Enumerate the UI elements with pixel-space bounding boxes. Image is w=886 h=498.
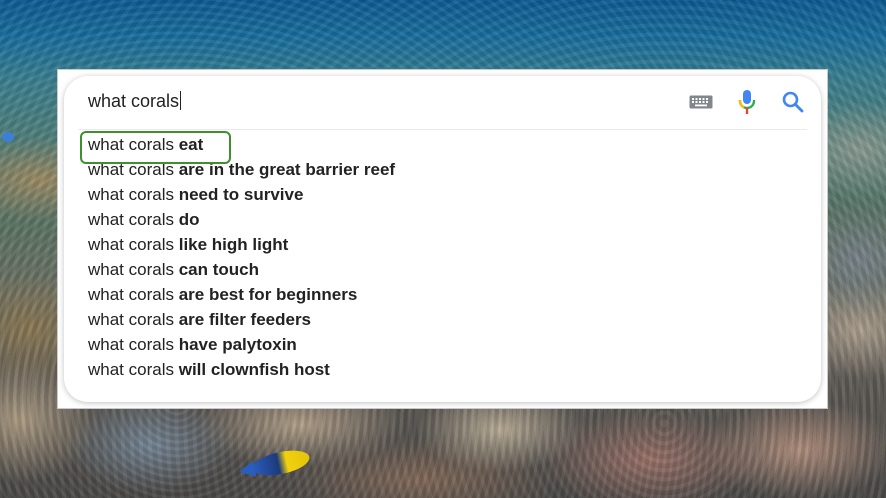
suggestion-item[interactable]: what corals are filter feeders [64,307,821,332]
suggestion-completion: can touch [178,260,260,279]
suggestion-item[interactable]: what corals are best for beginners [64,282,821,307]
voice-search-button[interactable] [733,88,761,116]
suggestion-completion: will clownfish host [178,360,330,379]
suggestions-divider [78,129,807,130]
suggestion-item[interactable]: what corals eat [64,132,821,157]
suggestion-completion: are filter feeders [178,310,312,329]
suggestion-prefix: what corals [88,260,174,279]
suggestion-prefix: what corals [88,310,174,329]
suggestion-prefix: what corals [88,235,174,254]
microphone-icon [738,90,756,114]
search-row: what corals [64,76,821,122]
text-caret [180,91,182,110]
suggestion-completion: like high light [178,235,289,254]
keyboard-icon [689,95,713,109]
suggestion-prefix: what corals [88,185,174,204]
suggestion-item[interactable]: what corals can touch [64,257,821,282]
suggestion-item[interactable]: what corals are in the great barrier ree… [64,157,821,182]
suggestion-item[interactable]: what corals need to survive [64,182,821,207]
suggestion-completion: do [178,210,200,229]
small-fish [2,132,14,142]
suggestion-prefix: what corals [88,360,174,379]
search-box: what corals what corals eat what corals … [64,76,821,402]
suggestion-prefix: what corals [88,160,174,179]
search-panel: what corals what corals eat what corals … [57,69,828,409]
search-input[interactable]: what corals [88,90,182,112]
keyboard-button[interactable] [687,88,715,116]
search-icon [782,91,804,113]
suggestion-item[interactable]: what corals have palytoxin [64,332,821,357]
suggestion-completion: eat [178,135,204,154]
suggestion-prefix: what corals [88,335,174,354]
suggestion-completion: need to survive [178,185,304,204]
suggestion-prefix: what corals [88,135,174,154]
suggestion-completion: are best for beginners [178,285,358,304]
suggestions-list: what corals eat what corals are in the g… [64,132,821,382]
suggestion-completion: have palytoxin [178,335,297,354]
suggestion-completion: are in the great barrier reef [178,160,396,179]
search-query-text: what corals [88,91,180,111]
suggestion-prefix: what corals [88,210,174,229]
suggestion-prefix: what corals [88,285,174,304]
suggestion-item[interactable]: what corals like high light [64,232,821,257]
suggestion-item[interactable]: what corals will clownfish host [64,357,821,382]
suggestion-item[interactable]: what corals do [64,207,821,232]
search-button[interactable] [779,88,807,116]
search-icons [687,88,807,116]
